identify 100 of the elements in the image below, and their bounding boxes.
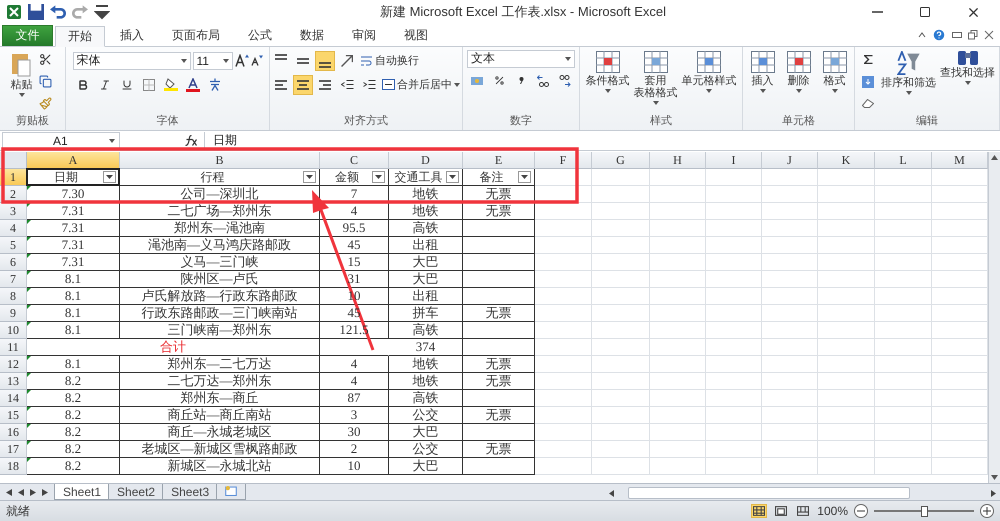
row-header[interactable]: 18: [0, 458, 27, 476]
view-button[interactable]: [773, 504, 790, 518]
column-title-cell[interactable]: 行程: [120, 169, 320, 186]
column-title-cell[interactable]: 金额: [320, 169, 389, 186]
zoom-out-button[interactable]: [854, 504, 868, 518]
row-header[interactable]: 6: [0, 254, 27, 272]
zoom-slider-thumb[interactable]: [921, 506, 928, 517]
undo-icon[interactable]: [50, 4, 66, 20]
minimize-icon[interactable]: [952, 32, 962, 38]
filter-dropdown-button[interactable]: [372, 171, 385, 184]
cells-button[interactable]: 删除: [782, 50, 816, 94]
customize-icon[interactable]: [94, 4, 110, 20]
row-header[interactable]: 11: [0, 339, 27, 356]
row-header[interactable]: 3: [0, 203, 27, 220]
scroll-down-icon[interactable]: [991, 475, 998, 480]
grow-font-icon[interactable]: [234, 54, 248, 68]
empty-cell: [650, 339, 706, 356]
column-header[interactable]: G: [592, 152, 650, 170]
ribbon-tab[interactable]: 文件: [2, 24, 53, 46]
cells-button[interactable]: 格式: [818, 50, 852, 94]
vertical-scrollbar[interactable]: [988, 152, 1000, 484]
ribbon-tab[interactable]: 审阅: [339, 24, 389, 46]
ribbon-tab[interactable]: 公式: [235, 24, 285, 46]
sheet-tab[interactable]: Sheet3: [162, 484, 218, 500]
row-header[interactable]: 15: [0, 407, 27, 424]
wrap-text-icon: [360, 56, 373, 66]
column-title-cell[interactable]: 备注: [463, 169, 535, 186]
name-box[interactable]: A1: [2, 132, 120, 150]
row-header[interactable]: 5: [0, 237, 27, 254]
font-name-field[interactable]: 宋体: [72, 52, 190, 70]
column-title-cell[interactable]: 交通工具: [389, 169, 463, 186]
scrollbar-thumb[interactable]: [628, 487, 910, 500]
column-header[interactable]: B: [120, 152, 320, 170]
row-header[interactable]: 16: [0, 424, 27, 442]
filter-dropdown-button[interactable]: [103, 171, 116, 184]
column-header[interactable]: H: [650, 152, 706, 170]
merge-center-button[interactable]: 合并后居中: [381, 76, 461, 94]
row-header[interactable]: 13: [0, 373, 27, 390]
restore-icon[interactable]: [968, 30, 978, 40]
row-header[interactable]: 4: [0, 220, 27, 238]
editing-button[interactable]: 排序和筛选: [880, 50, 937, 96]
shrink-font-icon[interactable]: [250, 55, 262, 66]
column-header[interactable]: D: [389, 152, 463, 170]
close-icon[interactable]: [984, 30, 994, 40]
sheet-tab[interactable]: Sheet1: [54, 484, 110, 500]
row-header[interactable]: 10: [0, 322, 27, 340]
row-header[interactable]: 14: [0, 390, 27, 408]
row-header[interactable]: 9: [0, 305, 27, 322]
collapse-ribbon-icon[interactable]: [918, 32, 926, 38]
save-icon[interactable]: [28, 4, 44, 20]
editing-button[interactable]: 查找和选择: [939, 50, 996, 86]
column-header[interactable]: I: [706, 152, 762, 170]
paste-button[interactable]: 粘贴: [10, 50, 34, 98]
scroll-right-icon[interactable]: [991, 490, 996, 497]
wrap-text-button[interactable]: 自动换行: [359, 52, 420, 70]
column-title-cell[interactable]: 日期: [27, 169, 120, 186]
column-header[interactable]: A: [27, 152, 120, 170]
horizontal-align-button[interactable]: [293, 74, 313, 95]
zoom-in-button[interactable]: [980, 504, 994, 518]
scroll-left-icon[interactable]: [609, 490, 614, 497]
insert-function-icon[interactable]: [185, 135, 198, 146]
new-sheet-button[interactable]: [216, 484, 246, 500]
styles-button[interactable]: 套用 表格格式: [632, 50, 678, 106]
table-cell: 30: [320, 424, 389, 442]
column-header[interactable]: F: [535, 152, 592, 170]
help-icon[interactable]: [932, 28, 946, 42]
filter-dropdown-button[interactable]: [303, 171, 316, 184]
empty-cell: [762, 356, 818, 374]
filter-dropdown-button[interactable]: [518, 171, 531, 184]
row-header[interactable]: 12: [0, 356, 27, 374]
vertical-align-button[interactable]: [315, 50, 335, 71]
empty-cell: [650, 254, 706, 272]
view-button[interactable]: [795, 504, 812, 518]
ribbon-tab[interactable]: 视图: [391, 24, 441, 46]
styles-button[interactable]: 单元格样式: [680, 50, 738, 94]
view-button[interactable]: [751, 504, 768, 518]
scroll-up-icon[interactable]: [991, 155, 998, 160]
caret-icon: [109, 138, 115, 143]
cells-button[interactable]: 插入: [746, 50, 780, 94]
ribbon-tab[interactable]: 插入: [107, 24, 157, 46]
column-header[interactable]: E: [463, 152, 535, 170]
column-header[interactable]: L: [875, 152, 932, 170]
row-header[interactable]: 17: [0, 441, 27, 458]
column-header[interactable]: K: [818, 152, 875, 170]
column-header[interactable]: C: [320, 152, 389, 170]
ribbon-tab[interactable]: 页面布局: [159, 24, 233, 46]
column-header[interactable]: J: [762, 152, 818, 170]
table-cell: 2: [320, 441, 389, 458]
number-format-field[interactable]: 文本: [467, 50, 575, 68]
ribbon-tab[interactable]: 开始: [55, 26, 105, 47]
excel-logo-icon[interactable]: [6, 4, 22, 20]
row-header[interactable]: 7: [0, 271, 27, 288]
column-header[interactable]: M: [932, 152, 988, 170]
styles-button[interactable]: 条件格式: [584, 50, 630, 94]
sheet-tab[interactable]: Sheet2: [108, 484, 164, 500]
filter-dropdown-button[interactable]: [446, 171, 459, 184]
ribbon-tab[interactable]: 数据: [287, 24, 337, 46]
formula-field[interactable]: 日期: [204, 132, 1000, 150]
font-size-field[interactable]: 11: [192, 52, 232, 70]
row-header[interactable]: 8: [0, 288, 27, 306]
